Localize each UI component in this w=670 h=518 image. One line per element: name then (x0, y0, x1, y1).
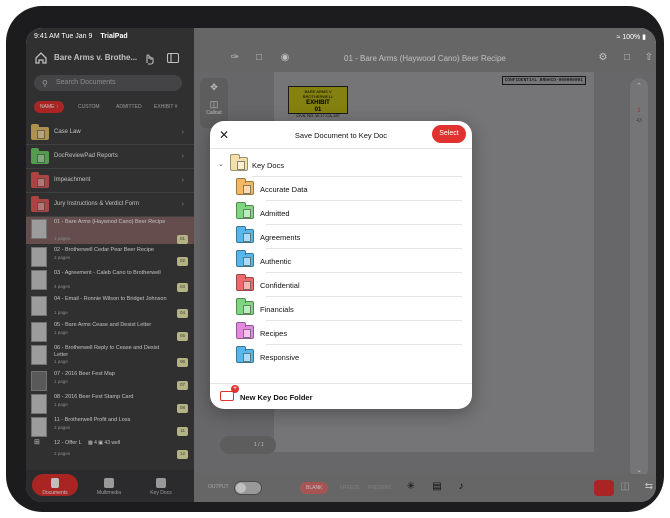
screen: Bare Arms v. Brothe... ⚲ Search Document… (26, 28, 656, 502)
save-to-key-doc-dialog: ✕ Save Document to Key Doc Select ⌄ Key … (210, 121, 472, 409)
key-docs-root[interactable]: ⌄ Key Docs (210, 153, 472, 177)
folder-label: Authentic (260, 257, 292, 266)
status-date: Tue Jan 9 (61, 33, 93, 40)
folder-icon (236, 274, 254, 291)
folder-label: Financials (260, 305, 294, 314)
key-doc-folder[interactable]: Authentic (210, 249, 472, 273)
key-doc-folder[interactable]: Admitted (210, 201, 472, 225)
folder-icon (236, 250, 254, 267)
status-time: 9:41 AM (34, 33, 60, 40)
folder-label: Confidential (260, 281, 300, 290)
battery-icon: ▮ (642, 34, 646, 41)
folder-icon (230, 154, 248, 171)
key-doc-folder[interactable]: Responsive (210, 345, 472, 369)
folder-label: Recipes (260, 329, 288, 338)
key-doc-folder[interactable]: Agreements (210, 225, 472, 249)
wifi-icon: ≈ (616, 34, 621, 41)
folder-label: Admitted (260, 209, 290, 218)
key-doc-folder[interactable]: Recipes (210, 321, 472, 345)
folder-label: Agreements (260, 233, 301, 242)
folder-label: Responsive (260, 353, 300, 362)
folder-icon (236, 178, 254, 195)
new-folder-label: New Key Doc Folder (240, 393, 313, 402)
key-doc-folder[interactable]: Financials (210, 297, 472, 321)
ipad-frame: Bare Arms v. Brothe... ⚲ Search Document… (6, 6, 664, 512)
folder-icon (236, 322, 254, 339)
key-doc-folder[interactable]: Accurate Data (210, 177, 472, 201)
status-app: TrialPad (100, 33, 128, 40)
folder-icon (236, 202, 254, 219)
chevron-down-icon: ⌄ (218, 161, 224, 168)
key-doc-folder[interactable]: Confidential (210, 273, 472, 297)
folder-label: Key Docs (252, 161, 285, 170)
new-key-doc-folder-button[interactable]: New Key Doc Folder (210, 383, 472, 409)
folder-icon (236, 298, 254, 315)
status-bar: 9:41 AM Tue Jan 9 TrialPad ≈ 100% ▮ (26, 28, 656, 46)
folder-icon (236, 346, 254, 363)
folder-icon (236, 226, 254, 243)
select-button[interactable]: Select (432, 125, 466, 143)
battery-level: 100% (622, 34, 641, 41)
folder-label: Accurate Data (260, 185, 308, 194)
new-folder-icon (220, 385, 239, 401)
